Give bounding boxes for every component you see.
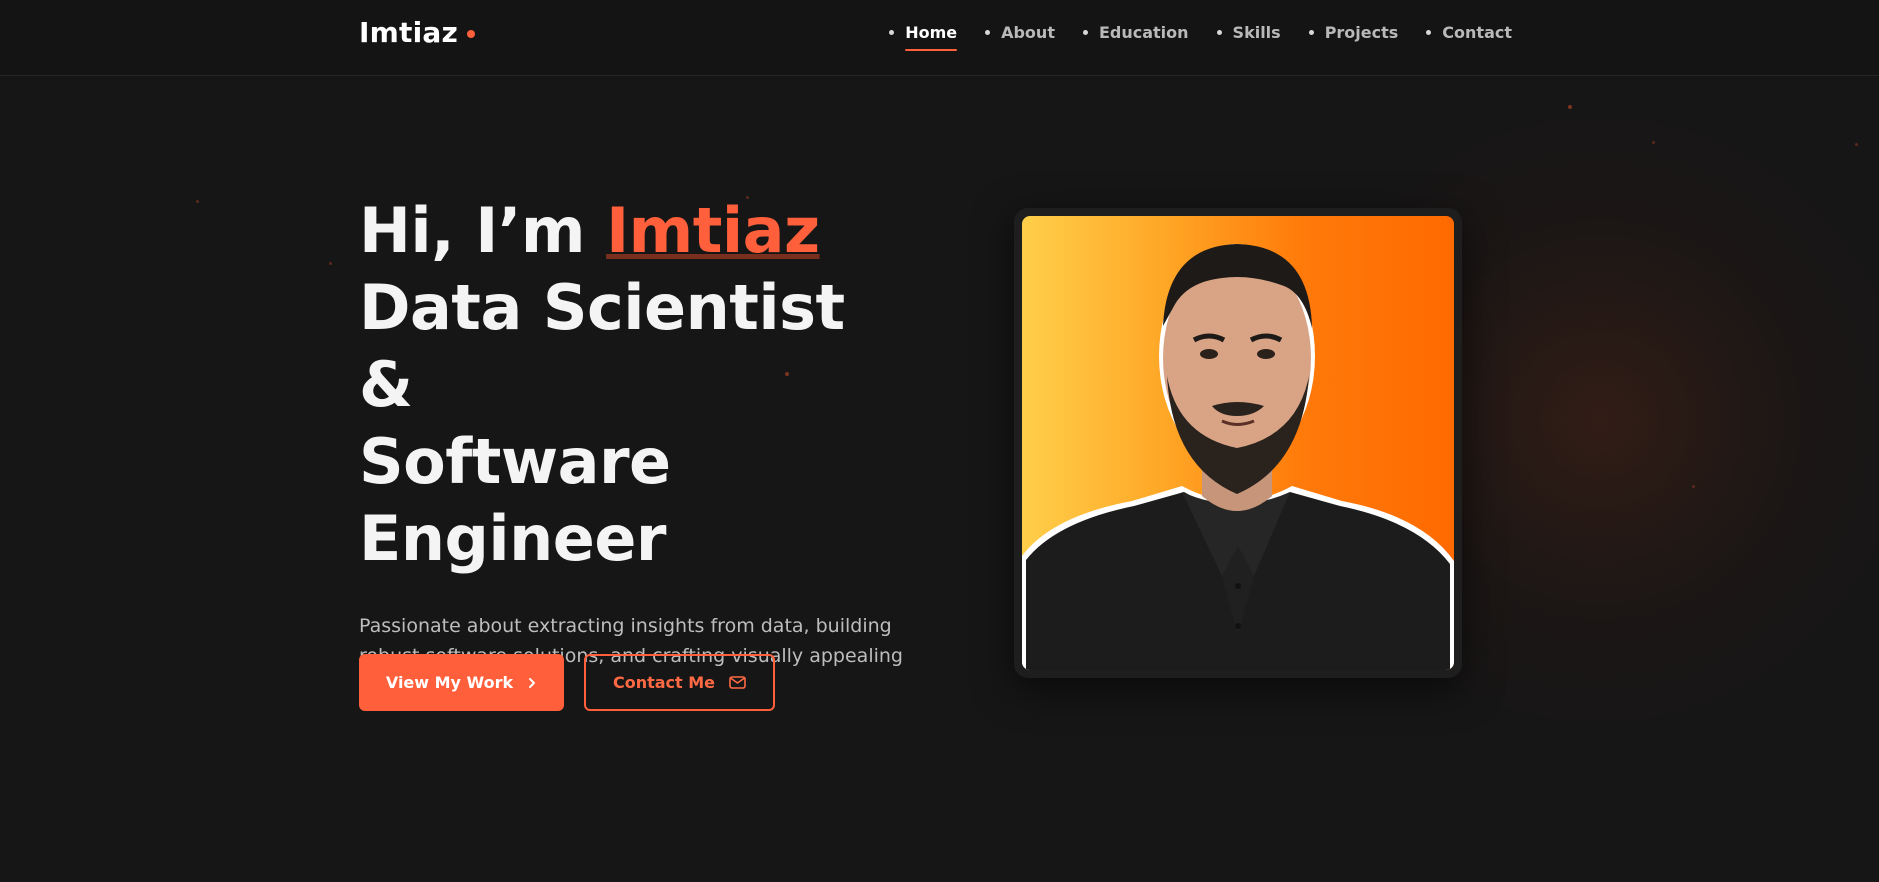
nav-item-education[interactable]: Education — [1082, 22, 1189, 42]
hero-actions: View My Work Contact Me — [359, 654, 775, 711]
particle-dot — [196, 200, 199, 203]
nav-item-about[interactable]: About — [985, 23, 1055, 42]
contact-me-button[interactable]: Contact Me — [584, 654, 775, 711]
hero-name: Imtiaz — [606, 194, 820, 267]
nav-bullet — [1426, 29, 1432, 35]
portrait-illustration — [1022, 244, 1454, 670]
nav-item-home[interactable]: Home — [889, 22, 958, 51]
hero-greeting: Hi, I’m — [359, 194, 607, 267]
button-label: View My Work — [385, 673, 514, 692]
particle-dot — [1652, 141, 1655, 144]
particle-dot — [1692, 485, 1695, 488]
mail-icon — [729, 676, 746, 689]
nav-bullet — [889, 29, 895, 35]
particle-dot — [1855, 143, 1858, 146]
profile-photo-frame — [1014, 208, 1462, 678]
button-label: Contact Me — [612, 673, 716, 692]
nav-item-label: Education — [1098, 22, 1189, 42]
hero-title-line: Data Scientist & — [359, 271, 845, 421]
nav-bullet — [1216, 29, 1222, 35]
nav-item-label: Home — [905, 22, 958, 42]
nav-item-label: Projects — [1324, 22, 1399, 42]
view-my-work-button[interactable]: View My Work — [359, 654, 564, 711]
logo-text: Imtiaz — [359, 16, 458, 49]
nav-bullet — [1082, 29, 1088, 35]
hero-section: Hi, I’m Imtiaz Data Scientist & Software… — [359, 192, 919, 701]
nav-item-label: Skills — [1232, 22, 1281, 42]
nav-item-skills[interactable]: Skills — [1216, 22, 1281, 42]
nav-item-contact[interactable]: Contact — [1426, 23, 1512, 42]
chevron-right-icon — [527, 677, 537, 689]
nav-bullet — [985, 29, 991, 35]
nav-item-label: About — [1001, 22, 1055, 42]
nav-item-label: Contact — [1442, 22, 1512, 42]
particle-dot — [1568, 105, 1572, 109]
main-nav: Home About Education Skills Projects Con… — [861, 0, 1512, 64]
hero-title-line: Software — [359, 425, 671, 498]
logo-accent-dot — [466, 29, 475, 38]
site-logo[interactable]: Imtiaz — [359, 16, 475, 49]
site-header: Imtiaz Home About Education Skills Proje… — [0, 0, 1879, 76]
hero-heading: Hi, I’m Imtiaz Data Scientist & Software… — [359, 192, 919, 577]
profile-photo — [1022, 216, 1454, 670]
nav-item-projects[interactable]: Projects — [1308, 22, 1399, 42]
hero-title-line: Engineer — [359, 502, 666, 575]
active-nav-underline — [905, 48, 958, 51]
particle-dot — [329, 262, 332, 265]
nav-bullet — [1308, 29, 1314, 35]
